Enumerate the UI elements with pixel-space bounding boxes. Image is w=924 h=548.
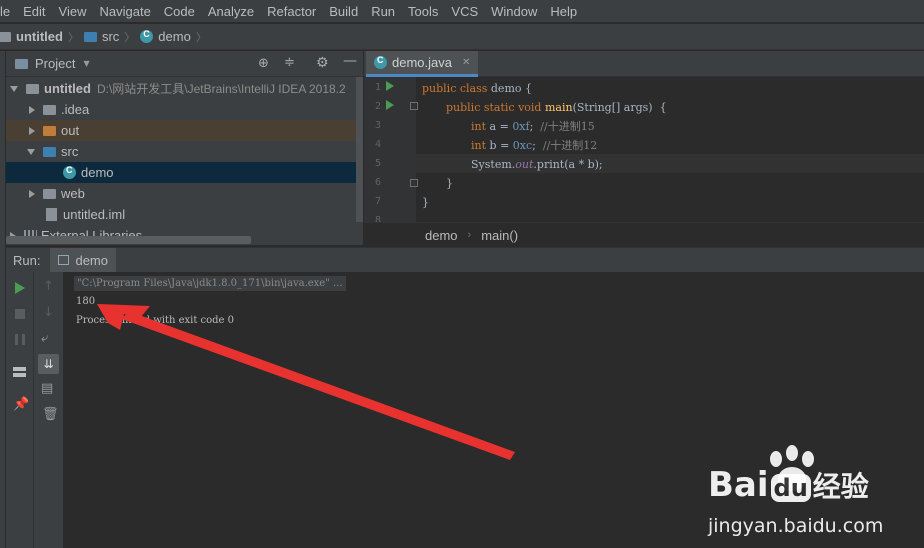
baidu-watermark: Bai du 经验 jingyan.baidu.com — [700, 445, 920, 545]
brand-right: 经验 — [812, 470, 869, 503]
brand-du: du — [770, 474, 811, 502]
arrow-shaft — [122, 311, 515, 460]
watermark-url: jingyan.baidu.com — [708, 515, 884, 537]
watermark-brand: Bai du 经验 — [708, 465, 869, 505]
brand-left: Bai — [708, 465, 769, 505]
